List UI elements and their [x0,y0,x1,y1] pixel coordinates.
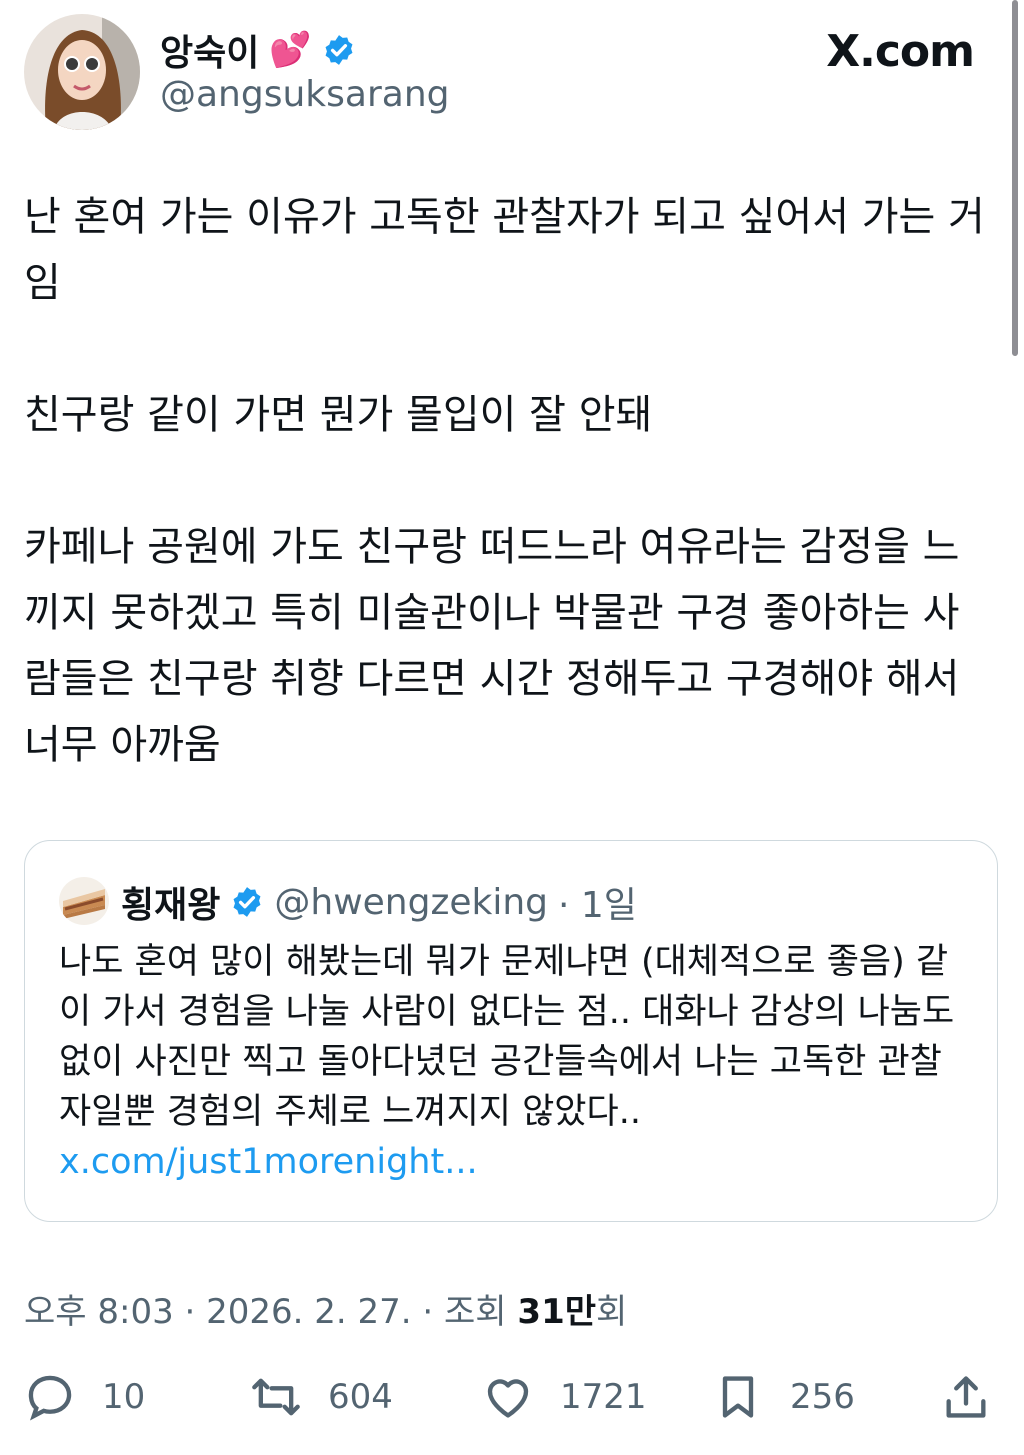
two-hearts-icon: 💕 [269,30,312,70]
bookmark-button[interactable]: 256 [712,1364,855,1430]
reply-icon [28,1375,72,1421]
share-button[interactable] [940,1364,992,1430]
quote-body: 나도 혼여 많이 해봤는데 뭐가 문제냐면 (대체적으로 좋음) 같이 가서 경… [59,942,955,1132]
quote-timestamp: · 1일 [558,885,637,926]
quote-tweet-card[interactable]: 횡재왕 @hwengzeking · 1일 나도 혼여 많이 해봤는데 뭐가 문… [24,840,998,1222]
repost-count: 604 [328,1377,393,1417]
quote-link[interactable]: x.com/just1morenight... [59,1142,478,1182]
bookmark-icon [722,1376,754,1418]
like-count: 1721 [560,1377,647,1417]
heart-icon [487,1379,529,1418]
share-icon [946,1376,986,1418]
view-count: 31만 [517,1292,597,1332]
tweet-paragraph-2: 친구랑 같이 가면 뭔가 몰입이 잘 안돼 [24,392,653,438]
verified-badge-icon [233,887,261,917]
tweet-text: 난 혼여 가는 이유가 고독한 관찰자가 되고 싶어서 가는 거임 친구랑 같이… [24,184,994,778]
like-button[interactable]: 1721 [482,1364,647,1430]
action-bar: 10 604 1721 256 [0,1364,1024,1430]
reply-count: 10 [102,1377,146,1417]
author-name-text: 앙숙이 [160,33,260,74]
reply-button[interactable]: 10 [24,1364,145,1430]
author-handle[interactable]: @angsuksarang [160,74,450,115]
bookmark-count: 256 [790,1377,855,1417]
tweet-paragraph-3: 카페나 공원에 가도 친구랑 떠드느라 여유라는 감정을 느끼지 못하겠고 특히… [24,524,960,768]
tweet-paragraph-1: 난 혼여 가는 이유가 고독한 관찰자가 되고 싶어서 가는 거임 [24,194,985,306]
quote-header: 횡재왕 @hwengzeking · 1일 [121,877,637,927]
tweet-timestamp: 오후 8:03 · 2026. 2. 27. · 조회 [24,1292,518,1332]
quote-author-handle[interactable]: @hwengzeking [274,882,548,923]
repost-button[interactable]: 604 [250,1364,393,1430]
x-com-logo: X.com [826,26,975,77]
repost-icon [252,1378,300,1416]
scrollbar[interactable] [1012,0,1018,356]
quote-author-avatar[interactable] [59,877,109,925]
verified-badge-icon [325,35,353,65]
tweet-meta: 오후 8:03 · 2026. 2. 27. · 조회 31만회 [24,1284,627,1333]
quote-author-name[interactable]: 횡재왕 [121,876,220,928]
author-display-name[interactable]: 앙숙이 💕 [160,24,356,76]
view-suffix: 회 [596,1292,628,1332]
author-avatar[interactable] [24,14,140,130]
quote-text: 나도 혼여 많이 해봤는데 뭐가 문제냐면 (대체적으로 좋음) 같이 가서 경… [59,937,959,1187]
